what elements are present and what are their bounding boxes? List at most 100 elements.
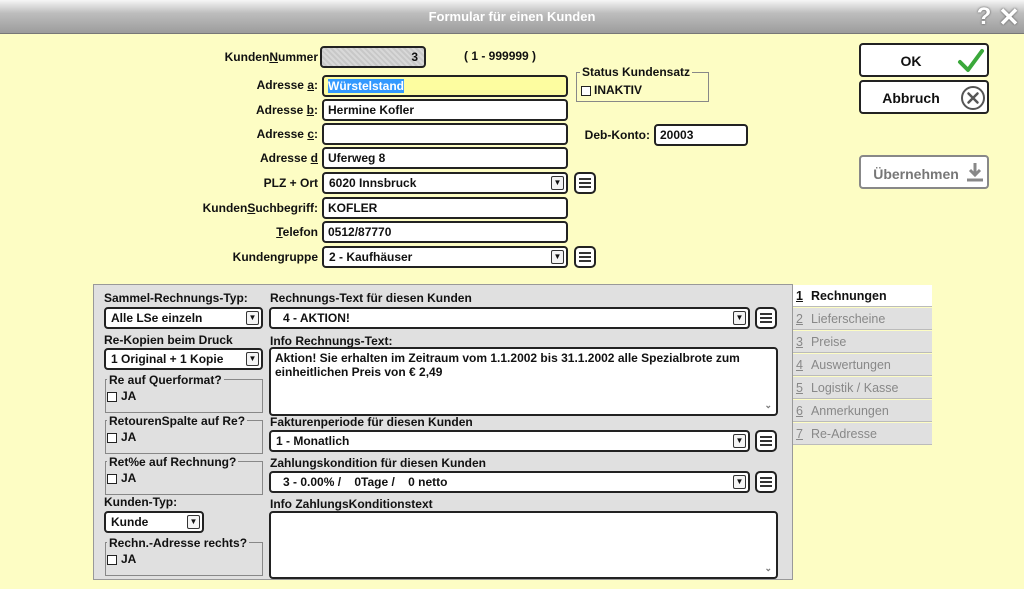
- chevron-down-icon[interactable]: ▼: [246, 352, 259, 366]
- zahlung-select[interactable]: 3 - 0.00% / 0Tage / 0 netto ▼: [269, 471, 750, 493]
- deb-konto-input[interactable]: 20003: [654, 124, 748, 146]
- kundennummer-range: ( 1 - 999999 ): [464, 49, 537, 63]
- retouren-title: RetourenSpalte auf Re?: [107, 414, 248, 428]
- sammel-value: Alle LSe einzeln: [111, 311, 203, 325]
- suchbegriff-label: KundenSuchbegriff:: [202, 201, 318, 215]
- inaktiv-label: INAKTIV: [594, 83, 642, 97]
- close-icon[interactable]: ✕: [998, 4, 1020, 30]
- tab-anmerkungen[interactable]: 6 Anmerkungen: [793, 400, 932, 422]
- adresse-d-input[interactable]: Uferweg 8: [322, 147, 568, 169]
- rechnungstext-list-button[interactable]: [755, 307, 777, 329]
- adresse-d-label: Adresse d: [259, 151, 318, 165]
- tab-preise[interactable]: 3 Preise: [793, 331, 932, 353]
- status-title: Status Kundensatz: [580, 65, 693, 79]
- list-icon: [760, 477, 772, 487]
- kundengruppe-value: 2 - Kaufhäuser: [329, 250, 413, 264]
- zahlung-value: 3 - 0.00% / 0Tage / 0 netto: [283, 475, 448, 489]
- chevron-down-icon[interactable]: ▼: [733, 434, 746, 448]
- adresse-a-label: Adresse a:: [256, 78, 318, 92]
- deb-konto-label: Deb-Konto:: [584, 128, 650, 142]
- adresse-b-label: Adresse b:: [255, 103, 318, 117]
- info-rechnungstext-area[interactable]: Aktion! Sie erhalten im Zeitraum vom 1.1…: [269, 347, 778, 416]
- kopien-select[interactable]: 1 Original + 1 Kopie ▼: [104, 348, 263, 370]
- abbruch-button[interactable]: Abbruch: [859, 80, 989, 114]
- sammel-select[interactable]: Alle LSe einzeln ▼: [104, 307, 263, 329]
- uebernehmen-button[interactable]: Übernehmen: [859, 155, 989, 189]
- querformat-checkbox[interactable]: [107, 392, 117, 402]
- tab-auswertungen[interactable]: 4 Auswertungen: [793, 354, 932, 376]
- uebernehmen-label: Übernehmen: [873, 166, 959, 182]
- faktur-list-button[interactable]: [755, 430, 777, 452]
- retprozent-title: Ret%e auf Rechnung?: [107, 455, 239, 469]
- scroll-down-icon[interactable]: ⌄: [764, 561, 772, 575]
- telefon-input[interactable]: 0512/87770: [322, 221, 568, 243]
- rechnungstext-value: 4 - AKTION!: [283, 311, 350, 325]
- kundengruppe-label: Kundengruppe: [232, 250, 318, 264]
- rechn-adresse-ja-label: JA: [121, 552, 137, 566]
- inaktiv-checkbox[interactable]: [581, 86, 591, 96]
- ok-label: OK: [900, 53, 922, 69]
- rechnungstext-label: Rechnungs-Text für diesen Kunden: [270, 291, 472, 305]
- tab-lieferscheine[interactable]: 2 Lieferscheine: [793, 308, 932, 330]
- info-rechnungstext-value: Aktion! Sie erhalten im Zeitraum vom 1.1…: [275, 351, 740, 379]
- info-zahlung-label: Info ZahlungsKonditionstext: [270, 497, 433, 511]
- chevron-down-icon[interactable]: ▼: [187, 515, 200, 529]
- chevron-down-icon[interactable]: ▼: [551, 176, 564, 190]
- kopien-value: 1 Original + 1 Kopie: [111, 352, 224, 366]
- retouren-ja-label: JA: [121, 430, 137, 444]
- kundengruppe-select[interactable]: 2 - Kaufhäuser ▼: [322, 246, 568, 268]
- kundentyp-label: Kunden-Typ:: [104, 495, 178, 509]
- scroll-down-icon[interactable]: ⌄: [764, 398, 772, 412]
- chevron-down-icon[interactable]: ▼: [246, 311, 259, 325]
- zahlung-label: Zahlungskondition für diesen Kunden: [270, 456, 486, 470]
- querformat-title: Re auf Querformat?: [107, 373, 224, 387]
- kundentyp-select[interactable]: Kunde ▼: [104, 511, 204, 533]
- faktur-label: Fakturenperiode für diesen Kunden: [270, 415, 473, 429]
- plz-ort-list-button[interactable]: [574, 172, 596, 194]
- zahlung-list-button[interactable]: [755, 471, 777, 493]
- suchbegriff-input[interactable]: KOFLER: [322, 197, 568, 219]
- retouren-checkbox[interactable]: [107, 433, 117, 443]
- rechn-adresse-title: Rechn.-Adresse rechts?: [107, 536, 250, 550]
- adresse-a-input[interactable]: Würstelstand: [322, 75, 568, 97]
- tab-logistik-kasse[interactable]: 5 Logistik / Kasse: [793, 377, 932, 399]
- rechnungstext-select[interactable]: 4 - AKTION! ▼: [269, 307, 750, 329]
- help-icon[interactable]: ?: [974, 4, 994, 30]
- plz-ort-select[interactable]: 6020 Innsbruck ▼: [322, 172, 568, 194]
- retprozent-checkbox[interactable]: [107, 474, 117, 484]
- abbruch-label: Abbruch: [882, 90, 940, 106]
- telefon-label: Telefon: [276, 225, 318, 239]
- adresse-c-label: Adresse c:: [256, 127, 318, 141]
- plz-ort-label: PLZ + Ort: [263, 176, 318, 190]
- info-rechnungstext-label: Info Rechnungs-Text:: [270, 334, 393, 348]
- window-title: Formular für einen Kunden: [428, 9, 596, 24]
- kundennummer-field[interactable]: 3: [320, 46, 426, 68]
- adresse-b-input[interactable]: Hermine Kofler: [322, 99, 568, 121]
- kundengruppe-list-button[interactable]: [574, 246, 596, 268]
- checkmark-icon: [958, 49, 984, 72]
- download-icon: [967, 163, 983, 182]
- kundentyp-value: Kunde: [111, 515, 149, 529]
- faktur-select[interactable]: 1 - Monatlich ▼: [269, 430, 750, 452]
- info-zahlung-area[interactable]: ⌄: [269, 511, 778, 579]
- list-icon: [579, 252, 591, 262]
- querformat-ja-label: JA: [121, 389, 137, 403]
- rechn-adresse-checkbox[interactable]: [107, 555, 117, 565]
- tab-rechnungen[interactable]: 1 Rechnungen: [793, 285, 932, 307]
- kopien-label: Re-Kopien beim Druck: [104, 333, 233, 347]
- tab-re-adresse[interactable]: 7 Re-Adresse: [793, 423, 932, 445]
- sammel-label: Sammel-Rechnungs-Typ:: [104, 291, 248, 305]
- list-icon: [760, 436, 772, 446]
- kundennummer-label: KundenNummer: [224, 50, 318, 64]
- chevron-down-icon[interactable]: ▼: [733, 475, 746, 489]
- list-icon: [760, 313, 772, 323]
- chevron-down-icon[interactable]: ▼: [733, 311, 746, 325]
- chevron-down-icon[interactable]: ▼: [551, 250, 564, 264]
- faktur-value: 1 - Monatlich: [276, 434, 350, 448]
- ok-button[interactable]: OK: [859, 43, 989, 77]
- plz-ort-value: 6020 Innsbruck: [329, 176, 417, 190]
- adresse-c-input[interactable]: [322, 123, 568, 145]
- circle-x-icon: [961, 86, 985, 110]
- list-icon: [579, 178, 591, 188]
- retprozent-ja-label: JA: [121, 471, 137, 485]
